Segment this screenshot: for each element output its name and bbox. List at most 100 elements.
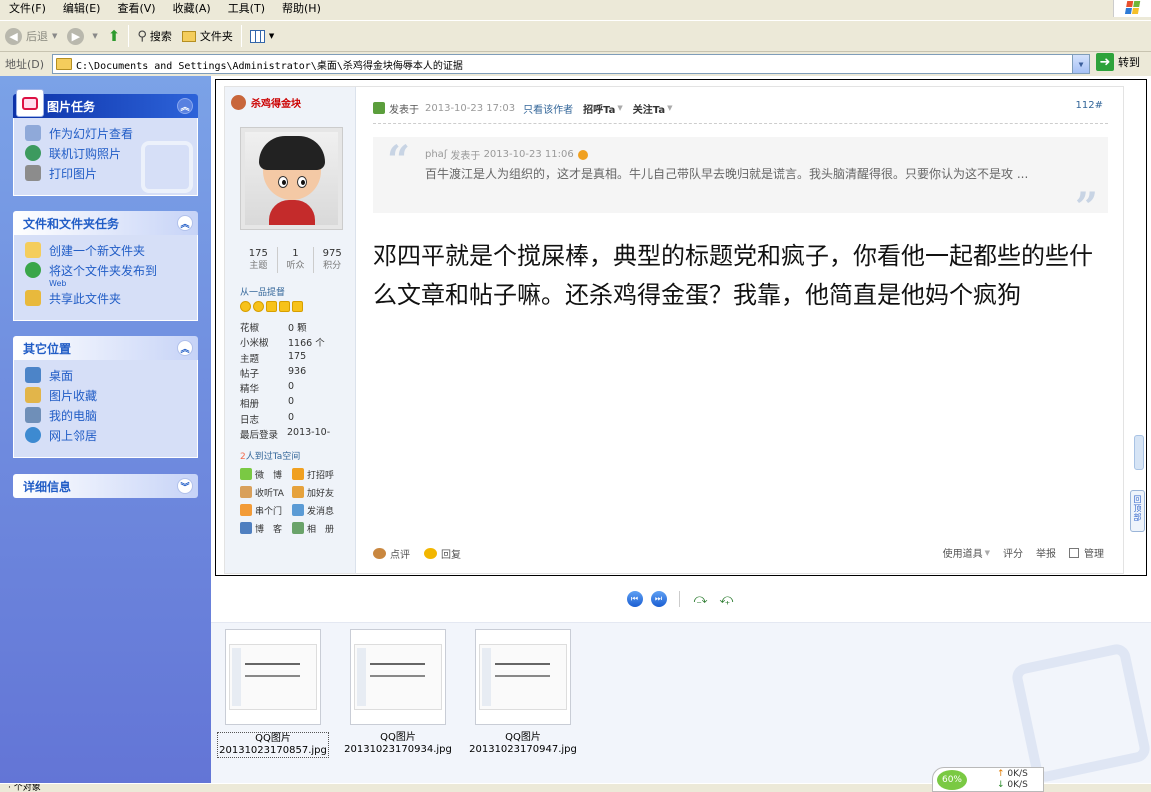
thumbnail-item[interactable]: QQ图片 20131023170934.jpg bbox=[342, 629, 454, 756]
page-scrollbar-thumb bbox=[1134, 435, 1144, 470]
address-input[interactable]: C:\Documents and Settings\Administrator\… bbox=[52, 54, 1090, 74]
thumbnail-caption: QQ图片 20131023170934.jpg bbox=[342, 732, 454, 756]
search-button[interactable]: ⚲ 搜索 bbox=[132, 23, 177, 49]
network-places-icon bbox=[25, 427, 41, 443]
menu-bar: 文件(F) 编辑(E) 查看(V) 收藏(A) 工具(T) 帮助(H) bbox=[0, 0, 1151, 17]
stat-value: 975 bbox=[322, 248, 342, 259]
back-dropdown-icon[interactable]: ▼ bbox=[52, 32, 57, 40]
folder-icon bbox=[56, 58, 72, 70]
back-arrow-icon: ◀ bbox=[5, 27, 22, 45]
quote-block: “ phaʃ 发表于 2013-10-23 11:06 百牛渡江是人为组织的，这… bbox=[373, 137, 1108, 231]
go-button[interactable]: ➜ 转到 bbox=[1096, 53, 1140, 71]
link-message: 发消息 bbox=[292, 503, 352, 517]
picture-tasks-title: 图片任务 bbox=[47, 99, 96, 114]
thumbnail-file: 20131023170934.jpg bbox=[344, 744, 452, 755]
image-preview: 杀鸡得金块 175 主题 1 听众 975 积分 从一品提督 花椒 0 颗 小米… bbox=[215, 79, 1147, 576]
link-label: 相 册 bbox=[307, 524, 335, 535]
my-pictures-icon bbox=[25, 387, 41, 403]
file-tasks-body: 创建一个新文件夹 将这个文件夹发布到 Web 共享此文件夹 bbox=[13, 235, 198, 321]
go-label: 转到 bbox=[1118, 56, 1140, 69]
other-places-header[interactable]: 其它位置 ︽ bbox=[13, 336, 198, 360]
info-key: 日志 bbox=[240, 414, 260, 426]
collapse-chevron-icon[interactable]: ︽ bbox=[177, 98, 193, 114]
post-time: 2013-10-23 17:03 bbox=[425, 102, 516, 114]
rotate-counterclockwise-icon[interactable]: ⤽ bbox=[718, 592, 736, 607]
address-label: 地址(D) bbox=[5, 58, 45, 71]
menu-favorites[interactable]: 收藏(A) bbox=[164, 1, 219, 16]
thumbnail-item[interactable]: QQ图片 20131023170857.jpg bbox=[217, 629, 329, 758]
link-weibo: 微 博 bbox=[240, 467, 292, 481]
place-my-pictures[interactable]: 图片收藏 bbox=[25, 387, 197, 407]
task-publish-web[interactable]: 将这个文件夹发布到 Web bbox=[25, 262, 197, 290]
post-body: 邓四平就是个搅屎棒，典型的标题党和疯子，你看他一起都些的些什么文章和帖子嘛。还杀… bbox=[373, 242, 1093, 309]
status-text: · 个对象 bbox=[8, 783, 41, 792]
author-name: 杀鸡得金块 bbox=[251, 99, 301, 110]
previous-image-button[interactable]: ⏮ bbox=[626, 591, 643, 607]
windows-flag-icon bbox=[1124, 1, 1141, 15]
task-label: 联机订购照片 bbox=[49, 147, 122, 161]
menu-view[interactable]: 查看(V) bbox=[108, 1, 163, 16]
picture-tasks-panel: 图片任务 ︽ 作为幻灯片查看 联机订购照片 打印图片 bbox=[13, 89, 198, 196]
space-visits: 2人到过Ta空间 bbox=[240, 449, 300, 462]
picture-tasks-header[interactable]: 图片任务 ︽ bbox=[13, 89, 198, 118]
views-dropdown-icon: ▼ bbox=[268, 32, 275, 40]
task-label: 共享此文件夹 bbox=[49, 292, 122, 306]
home-icon bbox=[240, 504, 252, 516]
forward-dropdown-icon[interactable]: ▼ bbox=[92, 32, 97, 40]
quote-text: 百牛渡江是人为组织的，这才是真相。牛儿自己带队早去晚归就是谎言。我头脑清醒得很。… bbox=[425, 167, 1029, 181]
floor-number: 112# bbox=[1075, 100, 1103, 111]
place-my-computer[interactable]: 我的电脑 bbox=[25, 407, 197, 427]
menu-edit[interactable]: 编辑(E) bbox=[54, 1, 109, 16]
manage-label: 管理 bbox=[1084, 549, 1104, 560]
info-key: 相册 bbox=[240, 399, 260, 411]
user-mini-icon bbox=[231, 95, 246, 110]
slideshow-icon bbox=[25, 125, 41, 141]
menu-file[interactable]: 文件(F) bbox=[0, 1, 54, 16]
place-label: 图片收藏 bbox=[49, 389, 98, 403]
back-button[interactable]: ◀ 后退 ▼ bbox=[0, 23, 62, 49]
only-author-link: 只看该作者 bbox=[523, 104, 574, 116]
info-row: 主题 175 bbox=[240, 351, 355, 366]
views-button[interactable]: ▼ bbox=[245, 23, 279, 49]
file-tasks-header[interactable]: 文件和文件夹任务 ︽ bbox=[13, 211, 198, 235]
task-label: 创建一个新文件夹 bbox=[49, 244, 146, 258]
info-value: 2013-10- bbox=[287, 427, 331, 439]
toolbar-separator bbox=[240, 25, 242, 47]
header-divider bbox=[373, 123, 1108, 124]
thumbnail-item[interactable]: QQ图片 20131023170947.jpg bbox=[467, 629, 579, 756]
next-image-button[interactable]: ⏭ bbox=[650, 591, 667, 607]
menu-tools[interactable]: 工具(T) bbox=[219, 1, 273, 16]
download-rate: 0K/S bbox=[1007, 779, 1028, 790]
expand-chevron-icon[interactable]: ︾ bbox=[177, 478, 193, 494]
rotate-clockwise-icon[interactable]: ⤼ bbox=[692, 592, 710, 607]
picture-tasks-body: 作为幻灯片查看 联机订购照片 打印图片 bbox=[13, 118, 198, 196]
info-row: 小米椒 1166 个 bbox=[240, 335, 355, 350]
task-new-folder[interactable]: 创建一个新文件夹 bbox=[25, 242, 197, 262]
info-value: 0 bbox=[288, 381, 295, 393]
search-icon: ⚲ bbox=[137, 28, 147, 44]
thumbnail-name: QQ图片 bbox=[255, 733, 291, 744]
forward-button[interactable]: ▶ ▼ bbox=[62, 23, 102, 49]
place-network[interactable]: 网上邻居 bbox=[25, 427, 197, 447]
task-share-folder[interactable]: 共享此文件夹 bbox=[25, 290, 197, 310]
post-author-column: 杀鸡得金块 175 主题 1 听众 975 积分 从一品提督 花椒 0 颗 小米… bbox=[225, 87, 356, 573]
other-places-panel: 其它位置 ︽ 桌面 图片收藏 我的电脑 网上邻居 bbox=[13, 336, 198, 458]
collapse-chevron-icon[interactable]: ︽ bbox=[177, 340, 193, 356]
open-quote-icon: “ bbox=[387, 137, 411, 184]
folders-button[interactable]: 文件夹 bbox=[177, 23, 238, 49]
up-folder-button[interactable]: ⬆ bbox=[103, 23, 126, 49]
place-label: 桌面 bbox=[49, 369, 74, 383]
address-dropdown-icon[interactable]: ▼ bbox=[1072, 55, 1089, 73]
stat-topics: 175 主题 bbox=[240, 247, 277, 273]
place-desktop[interactable]: 桌面 bbox=[25, 367, 197, 387]
details-header[interactable]: 详细信息 ︾ bbox=[13, 474, 198, 498]
thumbnail-caption: QQ图片 20131023170947.jpg bbox=[467, 732, 579, 756]
menu-help[interactable]: 帮助(H) bbox=[273, 1, 329, 16]
follow-ta-link: 关注Ta bbox=[632, 104, 666, 116]
dropdown-icon: ▼ bbox=[667, 104, 673, 112]
report-label: 举报 bbox=[1036, 549, 1056, 560]
info-key: 小米椒 bbox=[240, 338, 269, 350]
info-key: 花椒 bbox=[240, 323, 260, 334]
collapse-chevron-icon[interactable]: ︽ bbox=[177, 215, 193, 231]
comment-label: 点评 bbox=[390, 549, 410, 561]
